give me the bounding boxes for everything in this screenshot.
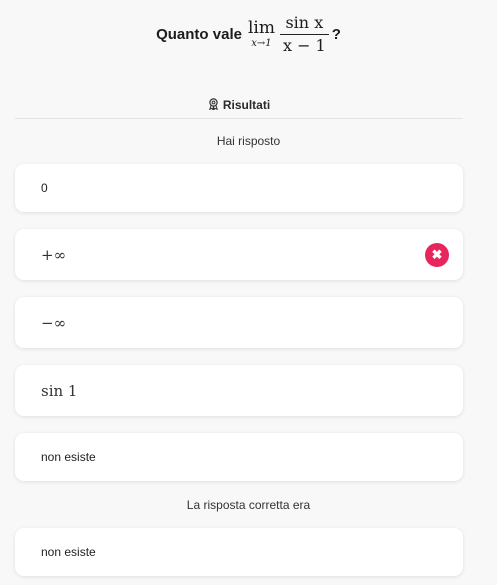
answer-option-label: 0: [41, 181, 48, 195]
lim-subscript: x→1: [251, 38, 272, 49]
answer-option-0[interactable]: 0: [15, 164, 463, 212]
award-badge-icon: [208, 98, 219, 110]
answer-option-label: sin 1: [41, 381, 78, 400]
answer-option-label: non esiste: [41, 450, 96, 464]
correct-answer-card: non esiste: [15, 528, 463, 576]
results-header: Risultati: [15, 98, 463, 119]
fraction-denominator: x − 1: [282, 36, 326, 55]
results-title: Risultati: [222, 98, 271, 112]
correct-answer-caption: La risposta corretta era: [186, 498, 311, 512]
fraction-numerator: sin x: [285, 13, 324, 32]
correct-answer-label: non esiste: [41, 545, 96, 559]
limit-expression: lim x→1 sin x x − 1: [248, 14, 329, 55]
question-title: Quanto vale lim x→1 sin x x − 1 ?: [0, 14, 497, 55]
answer-option-label: −∞: [41, 313, 67, 332]
answer-option-label: +∞: [41, 245, 67, 264]
answer-option-sin1[interactable]: sin 1: [15, 365, 463, 416]
answer-option-plus-infinity[interactable]: +∞ ✖: [15, 229, 463, 280]
answer-option-minus-infinity[interactable]: −∞: [15, 297, 463, 348]
lim-text: lim: [247, 18, 275, 38]
fraction: sin x x − 1: [279, 13, 329, 55]
wrong-answer-icon: ✖: [425, 242, 449, 267]
question-lead-text: Quanto vale: [156, 26, 242, 43]
your-answer-caption: Hai risposto: [216, 134, 281, 148]
question-mark: ?: [331, 26, 341, 43]
answer-option-non-esiste[interactable]: non esiste: [15, 433, 463, 481]
limit-operator: lim x→1: [248, 19, 275, 50]
